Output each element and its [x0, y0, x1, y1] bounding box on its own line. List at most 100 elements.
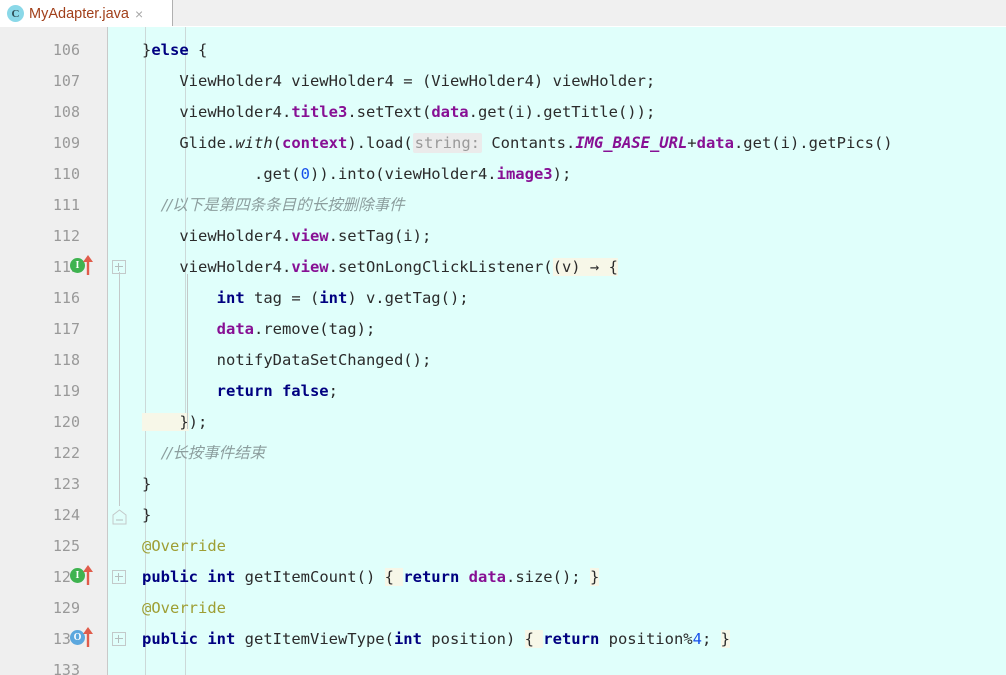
code-token-brace-hl: } [142, 413, 189, 431]
code-token-plain: .size(); [505, 568, 590, 586]
code-token-plain: ViewHolder4 viewHolder4 = (ViewHolder4) … [142, 72, 656, 90]
java-class-icon: C [7, 5, 24, 22]
code-editor[interactable]: 106 107 108 109 110 111 112 113 116 117 118 119 120 1… [0, 27, 1006, 675]
code-token-plain: } [142, 506, 152, 524]
line-number: 125 [52, 537, 80, 555]
code-token-brace-hl: { [524, 630, 544, 648]
code-folding-strip[interactable] [108, 27, 142, 675]
code-token-sfld: IMG_BASE_URL [575, 134, 688, 152]
code-token-plain: position% [599, 630, 693, 648]
code-token-plain: ) v.getTag(); [347, 289, 469, 307]
code-token-plain: Contants. [481, 134, 576, 152]
line-number: 110 [52, 165, 80, 183]
fold-expand-icon[interactable] [112, 570, 126, 584]
editor-tab-bar: C MyAdapter.java × [0, 0, 1006, 27]
code-token-brace-hl: (v) → { [552, 258, 618, 276]
code-line[interactable]: notifyDataSetChanged(); [142, 345, 432, 376]
code-token-plain: ).load( [347, 134, 413, 152]
code-token-ann: @Override [142, 599, 226, 617]
tab-label: MyAdapter.java [29, 5, 129, 22]
code-token-brace-hl: } [589, 568, 600, 586]
code-token-kw: int [393, 630, 422, 648]
tab-strip-empty-area [172, 0, 1006, 26]
line-number: 120 [52, 413, 80, 431]
code-token-fld: view [291, 227, 329, 245]
gutter-icon-column[interactable]: I I O [70, 27, 108, 675]
code-line[interactable]: @Override [142, 531, 226, 562]
code-token-plain: .remove(tag); [253, 320, 376, 338]
code-line[interactable]: //以下是第四条条目的长按删除事件 [142, 190, 405, 221]
code-token-kw: else [151, 41, 189, 59]
line-number: 111 [52, 196, 80, 214]
code-token-plain: ( [272, 134, 282, 152]
code-line[interactable]: @Override [142, 593, 226, 624]
code-line[interactable]: viewHolder4.view.setTag(i); [142, 221, 431, 252]
code-token-plain: getItemCount() [235, 568, 385, 586]
code-token-cmt: //长按事件结束 [142, 444, 266, 462]
code-token-brace-hl: { [384, 568, 404, 586]
code-line[interactable]: } [142, 469, 151, 500]
line-number: 107 [52, 72, 80, 90]
code-line[interactable]: }else { [142, 35, 207, 66]
code-token-num: 0 [300, 165, 310, 183]
code-token-num: 4 [692, 630, 702, 648]
code-token-fld: image3 [496, 165, 553, 183]
up-arrow-icon [83, 565, 93, 585]
line-number: 118 [52, 351, 80, 369]
code-token-kw: return [403, 568, 460, 586]
code-line[interactable]: public int getItemViewType(int position)… [142, 624, 730, 655]
code-token-kw: return [543, 630, 600, 648]
code-token-kw: int [319, 289, 348, 307]
code-token-plain: ; [701, 630, 721, 648]
code-line[interactable]: //长按事件结束 [142, 438, 265, 469]
implementation-marker[interactable]: I [70, 255, 93, 275]
code-token-plain: .setOnLongClickListener( [328, 258, 553, 276]
line-number: 117 [52, 320, 80, 338]
override-marker[interactable]: O [70, 627, 93, 647]
implementation-marker[interactable]: I [70, 565, 93, 585]
tab-myadapter-java[interactable]: C MyAdapter.java × [0, 0, 172, 27]
close-icon[interactable]: × [135, 6, 143, 22]
code-line[interactable]: ViewHolder4 viewHolder4 = (ViewHolder4) … [142, 66, 655, 97]
code-line[interactable]: int tag = (int) v.getTag(); [142, 283, 469, 314]
code-token-kw: public int [142, 568, 236, 586]
code-token-plain: getItemViewType( [235, 630, 394, 648]
fold-region-end-icon[interactable] [112, 509, 127, 525]
code-line[interactable]: viewHolder4.title3.setText(data.get(i).g… [142, 97, 655, 128]
fold-expand-icon[interactable] [112, 632, 126, 646]
code-line[interactable]: data.remove(tag); [142, 314, 376, 345]
code-line[interactable]: Glide.with(context).load(string: Contant… [142, 128, 893, 159]
code-token-hint: string: [412, 133, 482, 153]
line-number: 109 [52, 134, 80, 152]
code-line[interactable]: }); [142, 407, 207, 438]
code-token-plain: + [687, 134, 697, 152]
code-token-fld: title3 [291, 103, 348, 121]
code-token-plain: .get( [142, 165, 301, 183]
code-line[interactable]: } [142, 500, 151, 531]
code-token-plain: .get(i).getPics() [733, 134, 893, 152]
fold-region-line [119, 272, 120, 506]
code-line[interactable]: viewHolder4.view.setOnLongClickListener(… [142, 252, 618, 283]
up-arrow-icon [83, 627, 93, 647]
code-line[interactable]: public int getItemCount() { return data.… [142, 562, 600, 593]
code-token-fld: view [291, 258, 329, 276]
code-token-ann: @Override [142, 537, 226, 555]
code-token-plain: Glide. [142, 134, 236, 152]
line-number: 116 [52, 289, 80, 307]
code-token-plain: .setText( [347, 103, 432, 121]
code-token-kw: public int [142, 630, 236, 648]
code-line[interactable]: .get(0)).into(viewHolder4.image3); [142, 159, 571, 190]
code-token-plain: viewHolder4. [142, 227, 292, 245]
code-token-kw: return false [216, 382, 329, 400]
lambda-indent-line [187, 274, 188, 429]
code-token-fld: data [431, 103, 469, 121]
code-token-fld: data [696, 134, 734, 152]
line-number: 106 [52, 41, 80, 59]
line-number: 119 [52, 382, 80, 400]
code-token-plain: )).into(viewHolder4. [309, 165, 497, 183]
code-content[interactable]: }else { ViewHolder4 viewHolder4 = (ViewH… [142, 27, 1006, 675]
line-number: 124 [52, 506, 80, 524]
line-number: 112 [52, 227, 80, 245]
code-line[interactable]: return false; [142, 376, 338, 407]
